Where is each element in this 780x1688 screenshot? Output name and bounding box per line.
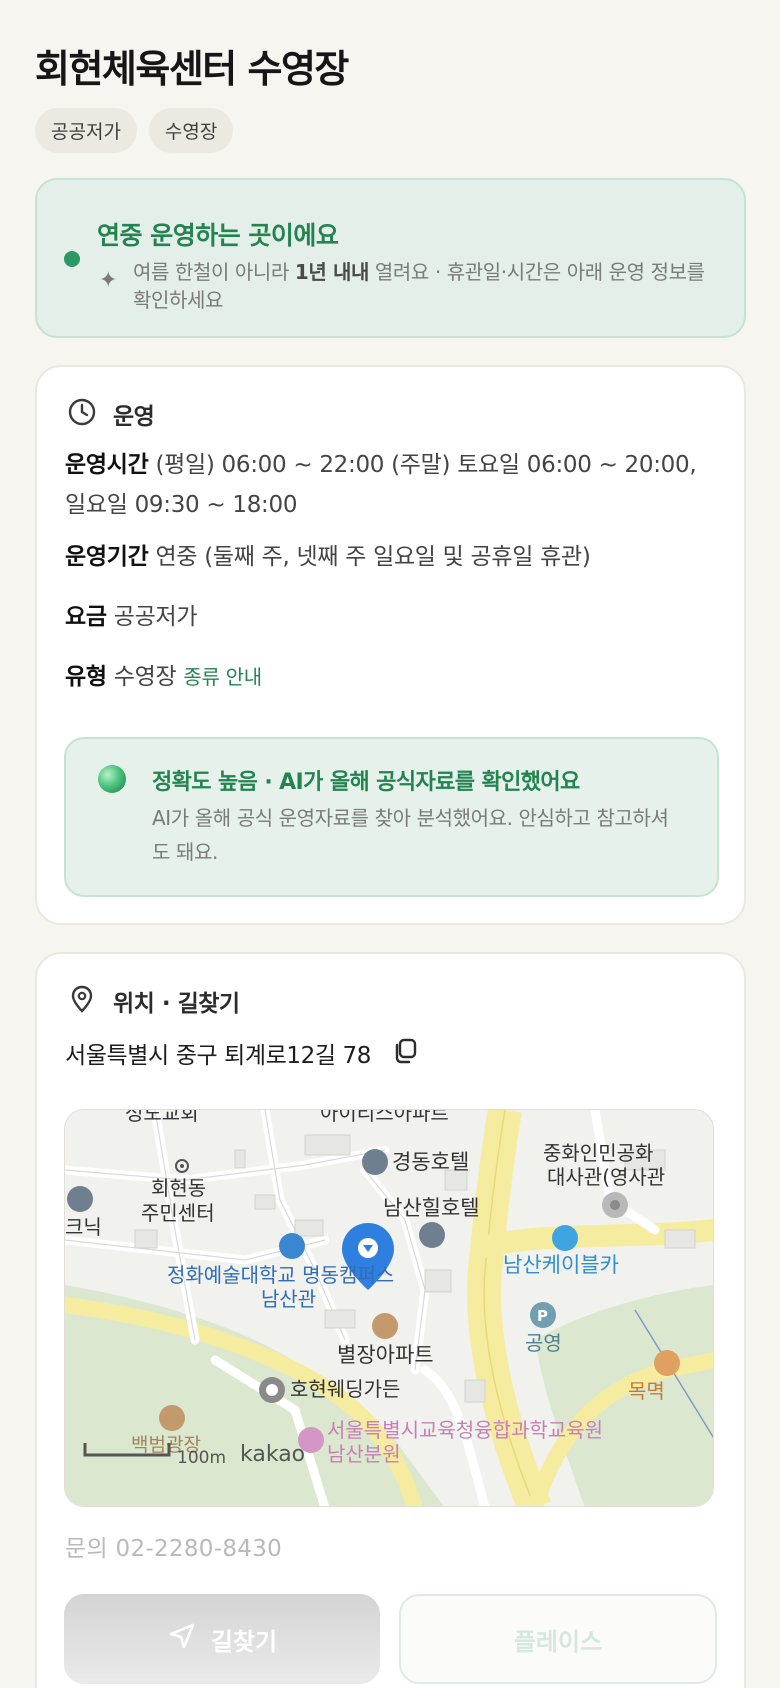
type-label: 유형 xyxy=(65,664,107,690)
copy-icon[interactable] xyxy=(391,1037,419,1069)
hours-label: 운영시간 xyxy=(65,452,149,478)
map-label-university-1: 정화예술대학교 명동캠퍼스 xyxy=(167,1263,394,1287)
period-value: 연중 (둘째 주, 넷째 주 일요일 및 공휴일 휴관) xyxy=(155,544,591,570)
map-label-community-2: 주민센터 xyxy=(141,1201,215,1225)
route-button-label: 길찾기 xyxy=(210,1627,278,1656)
notice-body-bold: 1년 내내 xyxy=(294,260,369,284)
svg-text:P: P xyxy=(537,1307,548,1325)
type-value: 수영장 xyxy=(113,664,177,690)
kakao-logo: kakao xyxy=(240,1442,305,1467)
map-label-university-2: 남산관 xyxy=(261,1287,316,1311)
map-label-restaurant: 목멱 xyxy=(628,1379,665,1403)
route-button[interactable]: 길찾기 xyxy=(64,1594,380,1684)
map-label-education-1: 서울특별시교육청융합과학교육원 xyxy=(327,1418,603,1442)
notice-body-prefix: 여름 한철이 아니라 xyxy=(133,260,295,284)
map-view[interactable]: P 성도교회 아이리스아파트 회현동 주민센터 크닉 경동호텔 남산힐호텔 중화… xyxy=(64,1109,714,1507)
operation-card: 운영 운영시간 (평일) 06:00 ~ 22:00 (주말) 토요일 06:0… xyxy=(35,365,746,925)
location-heading: 위치 · 길찾기 xyxy=(113,991,240,1017)
map-label-embassy-1: 중화인민공화 xyxy=(543,1141,653,1165)
navigation-arrow-icon xyxy=(167,1621,197,1657)
location-pin-icon xyxy=(67,984,97,1018)
map-label-education-2: 남산분원 xyxy=(327,1442,401,1466)
map-label-apartment: 별장아파트 xyxy=(337,1343,434,1367)
ai-verified-box: 정확도 높음 · AI가 올해 공식자료를 확인했어요 AI가 올해 공식 운영… xyxy=(64,737,719,897)
operation-heading: 운영 xyxy=(113,404,155,430)
ai-verified-body: AI가 올해 공식 운영자료를 찾아 분석했어요. 안심하고 참고하셔도 돼요. xyxy=(152,806,669,864)
clock-icon xyxy=(67,397,97,431)
hours-row: 운영시간 (평일) 06:00 ~ 22:00 (주말) 토요일 06:00 ~… xyxy=(65,445,715,525)
notice-title: 연중 운영하는 곳이에요 xyxy=(97,221,339,250)
type-row: 유형 수영장 종류 안내 xyxy=(65,657,715,697)
period-label: 운영기간 xyxy=(65,544,149,570)
page: 회현체육센터 수영장 공공저가 수영장 연중 운영하는 곳이에요 ✦ 여름 한철… xyxy=(0,0,780,1688)
sparkle-icon: ✦ xyxy=(99,268,118,293)
ai-verified-title: 정확도 높음 · AI가 올해 공식자료를 확인했어요 xyxy=(152,770,580,795)
tag-list: 공공저가 수영장 xyxy=(35,108,234,153)
place-button[interactable]: 플레이스 xyxy=(399,1594,717,1684)
map-label-wedding: 호현웨딩가든 xyxy=(290,1377,400,1401)
ai-orb-icon xyxy=(98,765,126,793)
fee-row: 요금 공공저가 xyxy=(65,597,715,637)
year-round-notice: 연중 운영하는 곳이에요 ✦ 여름 한철이 아니라 1년 내내 열려요 · 휴관… xyxy=(35,178,746,338)
notice-body: 여름 한철이 아니라 1년 내내 열려요 · 휴관일·시간은 아래 운영 정보를… xyxy=(133,258,723,314)
fee-value: 공공저가 xyxy=(113,604,198,630)
map-label-cable-car: 남산케이블카 xyxy=(503,1253,619,1277)
fee-label: 요금 xyxy=(65,604,107,630)
operation-header: 운영 xyxy=(67,397,155,431)
map-label-hotel-2: 남산힐호텔 xyxy=(383,1196,480,1220)
map-label-hotel-1: 경동호텔 xyxy=(392,1150,469,1174)
address-text: 서울특별시 중구 퇴계로12길 78 xyxy=(65,1043,372,1069)
map-canvas: P 성도교회 아이리스아파트 회현동 주민센터 크닉 경동호텔 남산힐호텔 중화… xyxy=(65,1110,713,1506)
page-title: 회현체육센터 수영장 xyxy=(35,47,349,91)
map-label-embassy-2: 대사관(영사관 xyxy=(547,1165,665,1189)
map-label-apartment-top: 아이리스아파트 xyxy=(320,1110,449,1125)
tag-type[interactable]: 수영장 xyxy=(148,108,234,153)
type-guide-link[interactable]: 종류 안내 xyxy=(183,665,262,689)
map-label-clinic: 크닉 xyxy=(65,1215,102,1239)
place-button-label: 플레이스 xyxy=(513,1627,603,1656)
map-label-church: 성도교회 xyxy=(125,1110,199,1125)
address-row: 서울특별시 중구 퇴계로12길 78 xyxy=(65,1036,419,1070)
map-label-parking: 공영 xyxy=(525,1331,562,1355)
inquiry-phone[interactable]: 문의 02-2280-8430 xyxy=(65,1529,282,1563)
location-card: 위치 · 길찾기 서울특별시 중구 퇴계로12길 78 P 성도교회 아이리스아… xyxy=(35,952,746,1688)
hours-value: (평일) 06:00 ~ 22:00 (주말) 토요일 06:00 ~ 20:0… xyxy=(65,452,697,518)
location-header: 위치 · 길찾기 xyxy=(67,984,240,1018)
tag-price[interactable]: 공공저가 xyxy=(35,108,137,153)
status-dot-icon xyxy=(64,251,80,267)
map-label-community-1: 회현동 xyxy=(151,1176,206,1200)
period-row: 운영기간 연중 (둘째 주, 넷째 주 일요일 및 공휴일 휴관) xyxy=(65,537,715,577)
map-scale-label: 100m xyxy=(177,1448,226,1468)
